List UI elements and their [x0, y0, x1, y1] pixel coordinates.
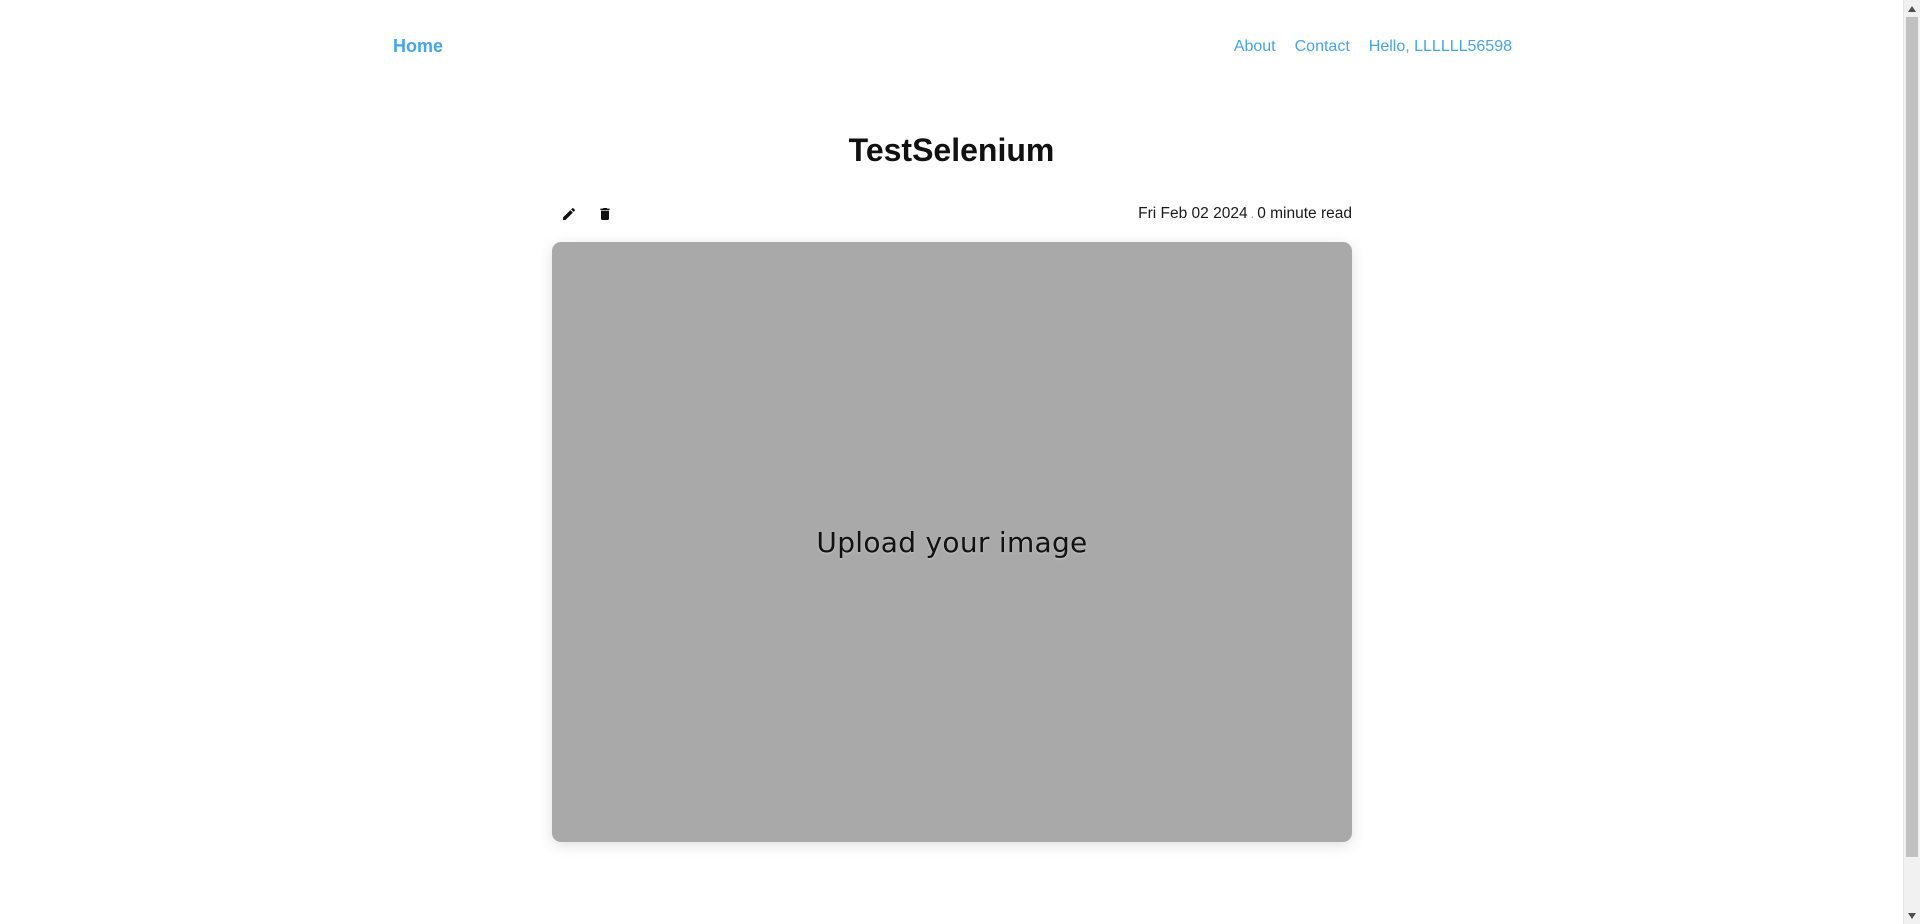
pencil-icon [563, 207, 576, 220]
post-meta-row: Fri Feb 02 2024. 0 minute read [552, 201, 1352, 227]
about-link[interactable]: About [1234, 38, 1276, 56]
read-time: 0 minute read [1257, 205, 1352, 222]
user-greeting-link[interactable]: Hello, LLLLLL56598 [1369, 38, 1512, 56]
edit-button[interactable] [558, 203, 580, 225]
scroll-up-arrow-icon[interactable] [1904, 0, 1920, 17]
home-link[interactable]: Home [393, 36, 443, 57]
image-upload-area[interactable]: Upload your image [552, 242, 1352, 842]
vertical-scrollbar[interactable] [1903, 0, 1920, 924]
navbar: Home About Contact Hello, LLLLLL56598 [393, 36, 1512, 62]
delete-button[interactable] [594, 203, 616, 225]
post-title: TestSelenium [848, 132, 1055, 168]
post-date: Fri Feb 02 2024 [1138, 205, 1248, 222]
contact-link[interactable]: Contact [1295, 38, 1350, 56]
nav-links: About Contact Hello, LLLLLL56598 [1234, 38, 1512, 56]
scroll-down-arrow-icon[interactable] [1904, 907, 1920, 924]
scrollbar-thumb[interactable] [1906, 17, 1918, 857]
trash-icon [600, 208, 610, 220]
upload-placeholder-text: Upload your image [816, 525, 1088, 559]
meta-separator: . [1250, 206, 1255, 221]
page: Home About Contact Hello, LLLLLL56598 Te… [0, 0, 1903, 924]
post-meta: Fri Feb 02 2024. 0 minute read [1138, 205, 1352, 223]
